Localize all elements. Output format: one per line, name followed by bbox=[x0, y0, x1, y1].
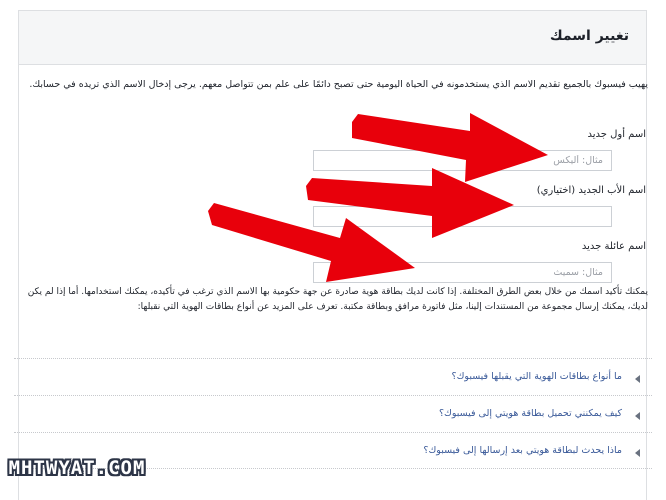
faq-item[interactable]: كيف يمكنني تحميل بطاقة هويتي إلى فيسبوك؟ bbox=[14, 395, 652, 432]
middle-name-input[interactable] bbox=[313, 206, 612, 227]
last-name-label: اسم عائلة جديد bbox=[581, 241, 646, 252]
middle-name-label: اسم الأب الجديد (اختياري) bbox=[536, 185, 646, 196]
panel-header: تغيير اسمك bbox=[19, 11, 646, 65]
intro-text: يهيب فيسبوك بالجميع تقديم الاسم الذي يست… bbox=[29, 79, 648, 90]
first-name-label: اسم أول جديد bbox=[587, 129, 646, 140]
faq-link-after-sending[interactable]: ماذا يحدث لبطاقة هويتي بعد إرسالها إلى ف… bbox=[423, 445, 622, 456]
last-name-input[interactable] bbox=[313, 262, 612, 283]
caret-left-icon bbox=[635, 412, 640, 420]
faq-item[interactable]: ما أنواع بطاقات الهوية التي يقبلها فيسبو… bbox=[14, 358, 652, 395]
id-info-text: يمكنك تأكيد اسمك من خلال بعض الطرق المخت… bbox=[27, 287, 648, 312]
caret-left-icon bbox=[635, 375, 640, 383]
caret-left-icon bbox=[635, 449, 640, 457]
faq-link-id-types[interactable]: ما أنواع بطاقات الهوية التي يقبلها فيسبو… bbox=[452, 371, 622, 382]
faq-link-upload-id[interactable]: كيف يمكنني تحميل بطاقة هويتي إلى فيسبوك؟ bbox=[439, 408, 622, 419]
first-name-input[interactable] bbox=[313, 150, 612, 171]
site-watermark-logo: MHTWYAT.COM bbox=[8, 457, 146, 479]
panel-title: تغيير اسمك bbox=[549, 28, 629, 44]
